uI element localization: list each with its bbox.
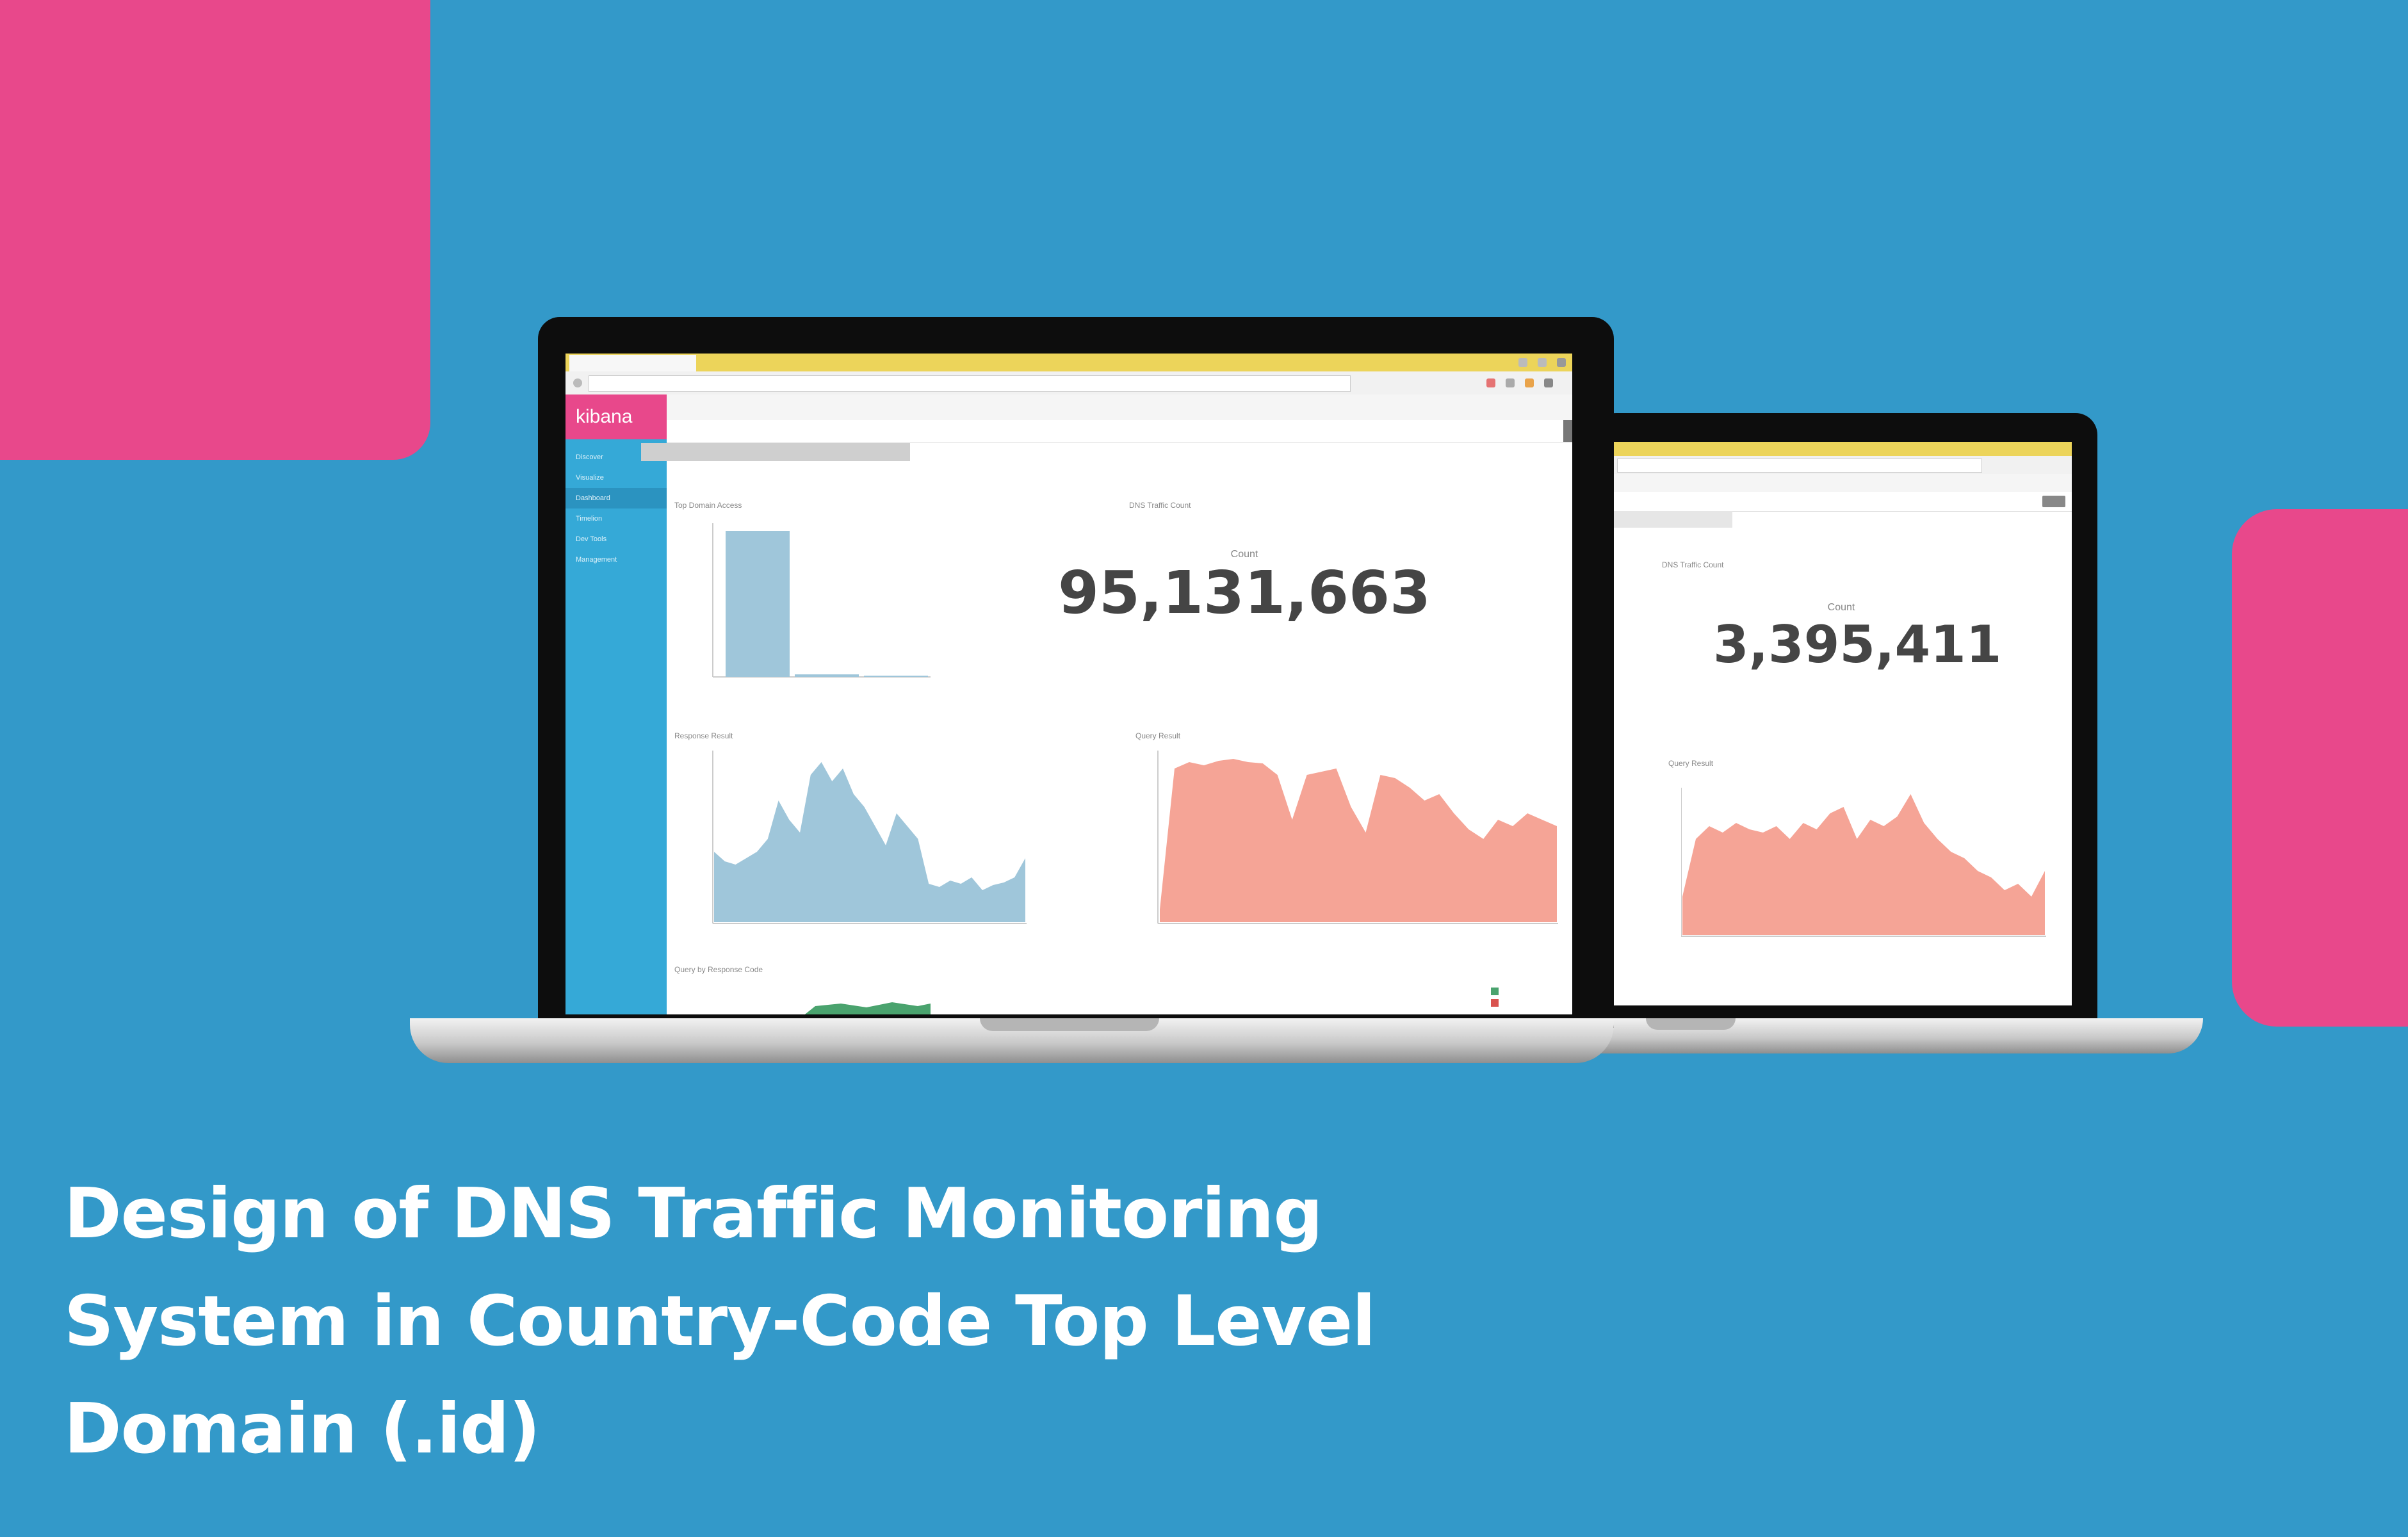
panel-title-query: Query Result (1668, 759, 1714, 768)
browser-tab-strip (1611, 442, 2072, 456)
extension-icon[interactable] (1506, 378, 1515, 387)
laptop-secondary-notch (1646, 1018, 1736, 1030)
panel-title-bar: Top Domain Access (674, 501, 742, 510)
legend-swatch-icon (1491, 988, 1499, 995)
reload-icon[interactable] (573, 378, 582, 387)
search-icon[interactable] (1563, 420, 1572, 442)
bar-1 (726, 531, 790, 677)
query-result-area (1682, 794, 2045, 935)
sidebar-item-dev-tools[interactable]: Dev Tools (565, 529, 667, 549)
browser-address-bar (565, 371, 1572, 395)
sidebar-item-visualize[interactable]: Visualize (565, 468, 667, 488)
kibana-search-bar[interactable] (667, 420, 1572, 443)
metric-value: 3,395,411 (1713, 615, 2002, 674)
sidebar-item-dashboard[interactable]: Dashboard (565, 488, 667, 508)
maximize-icon[interactable] (1538, 358, 1547, 367)
laptop-secondary-screen: DNS Traffic Count Count 3,395,411 Query … (1611, 442, 2072, 1005)
url-field[interactable] (589, 375, 1351, 392)
bar-3 (864, 676, 928, 677)
filter-pill[interactable] (1611, 511, 1732, 528)
panel-title-query: Query Result (1135, 731, 1181, 740)
browser-tab-strip (565, 354, 1572, 371)
search-icon[interactable] (2042, 496, 2065, 507)
caption-line-1: Design of DNS Traffic Monitoring (64, 1174, 1323, 1254)
sidebar-item-management[interactable]: Management (565, 549, 667, 570)
caption-line-3: Domain (.id) (64, 1389, 541, 1469)
response-code-area (804, 1002, 931, 1014)
response-code-chart (804, 1002, 931, 1014)
kibana-top-nav (667, 394, 1572, 421)
browser-address-bar[interactable] (1611, 456, 2072, 475)
extension-icon[interactable] (1486, 378, 1495, 387)
minimize-icon[interactable] (1518, 358, 1527, 367)
panel-title-response-code: Query by Response Code (674, 965, 763, 974)
close-icon[interactable] (1557, 358, 1566, 367)
kibana-sidebar: kibana Discover Visualize Dashboard Time… (565, 394, 667, 1014)
top-domain-bar-chart (712, 523, 931, 678)
response-result-area-chart (712, 751, 1027, 924)
kibana-search-bar[interactable] (1611, 492, 2072, 512)
kibana-logo[interactable]: kibana (565, 394, 667, 439)
response-result-area (714, 762, 1025, 922)
metric-label: Count (1827, 602, 1855, 613)
query-result-area (1160, 759, 1557, 922)
menu-icon[interactable] (1544, 378, 1553, 387)
kibana-top-nav (1611, 474, 2072, 492)
bar-2 (795, 674, 859, 677)
extension-icon[interactable] (1525, 378, 1534, 387)
decorative-pink-block-top-left (0, 0, 430, 460)
legend-swatch-icon (1491, 999, 1499, 1007)
caption-line-2: System in Country-Code Top Level (64, 1281, 1376, 1362)
sidebar-item-timelion[interactable]: Timelion (565, 508, 667, 529)
laptop-main-screen: kibana Discover Visualize Dashboard Time… (565, 354, 1572, 1014)
page-caption: Design of DNS Traffic Monitoring System … (64, 1160, 1473, 1483)
decorative-pink-block-right (2232, 509, 2408, 1027)
laptop-main-notch (980, 1018, 1159, 1031)
panel-title-response: Response Result (674, 731, 733, 740)
query-result-area-chart (1681, 788, 2046, 937)
filter-pill[interactable] (641, 443, 910, 461)
url-field[interactable] (1617, 459, 1982, 473)
metric-value: 95,131,663 (1057, 558, 1431, 627)
browser-tab[interactable] (569, 355, 696, 371)
panel-title-metric: DNS Traffic Count (1662, 560, 1724, 569)
query-result-area-chart (1157, 751, 1558, 924)
panel-title-metric: DNS Traffic Count (1129, 501, 1191, 510)
